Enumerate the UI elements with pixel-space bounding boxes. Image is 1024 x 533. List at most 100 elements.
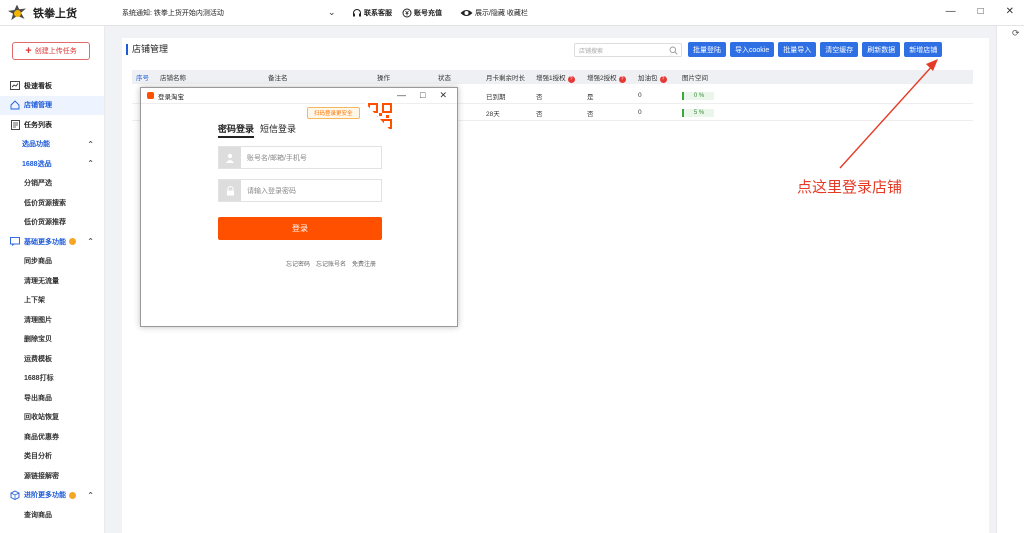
auth1-cell: 否 bbox=[536, 93, 543, 101]
sidebar-item-label: 同步商品 bbox=[24, 258, 52, 266]
sidebar-item-coupons[interactable]: 商品优惠券 bbox=[0, 427, 104, 447]
remaining-cell: 28天 bbox=[486, 110, 500, 118]
help-icon[interactable]: ? bbox=[618, 75, 626, 83]
image-space-bar: 5 % bbox=[682, 108, 714, 117]
column-header: 店铺名称 bbox=[160, 75, 186, 82]
search-icon[interactable] bbox=[669, 46, 678, 55]
sidebar-item-dashboard[interactable]: 极速看板 bbox=[0, 76, 104, 96]
batch-import-button[interactable]: 批量导入 bbox=[778, 42, 817, 57]
shop-search-input[interactable]: 店铺搜索 bbox=[574, 43, 682, 57]
support-link[interactable]: 联系客服 bbox=[352, 8, 392, 18]
forgot-password-link[interactable]: 忘记密码 bbox=[286, 259, 310, 268]
sidebar-item-low-price-recommend[interactable]: 低价货源推荐 bbox=[0, 213, 104, 233]
sidebar-item-shelf[interactable]: 上下架 bbox=[0, 291, 104, 311]
sidebar-item-label: 商品优惠券 bbox=[24, 433, 59, 441]
help-icon[interactable]: ? bbox=[567, 75, 575, 83]
sidebar-item-shipping-template[interactable]: 运费模板 bbox=[0, 349, 104, 369]
user-icon bbox=[219, 147, 241, 168]
app-logo: 铁拳上货 bbox=[0, 2, 112, 24]
sidebar-item-distribution[interactable]: 分销严选 bbox=[0, 174, 104, 194]
sidebar-item-query-products[interactable]: 查询商品 bbox=[0, 505, 104, 525]
info-badge-icon bbox=[69, 491, 76, 499]
password-input[interactable]: 请输入登录密码 bbox=[218, 179, 382, 202]
maximize-icon[interactable]: □ bbox=[978, 6, 984, 17]
column-header: 图片空间 bbox=[682, 75, 708, 82]
tab-sms-login[interactable]: 短信登录 bbox=[260, 122, 296, 138]
sidebar-item-low-price-search[interactable]: 低价货源搜索 bbox=[0, 193, 104, 213]
auth1-cell: 否 bbox=[536, 110, 543, 118]
register-link[interactable]: 免费注册 bbox=[352, 259, 376, 268]
maximize-icon[interactable]: □ bbox=[420, 90, 425, 101]
sidebar-item-label: 店铺管理 bbox=[24, 102, 52, 110]
import-cookie-button[interactable]: 导入cookie bbox=[730, 42, 775, 57]
sidebar-item-link-decrypt[interactable]: 源链接解密 bbox=[0, 466, 104, 486]
taobao-login-dialog: 登录淘宝 — □ ✕ 扫码登录更安全 密码登录 短信登录 账号名/邮箱/手机号 … bbox=[140, 87, 458, 327]
window-controls: — □ ✕ bbox=[946, 6, 1014, 17]
sidebar-group-basic[interactable]: 基础更多功能 ⌃ bbox=[0, 232, 104, 252]
sidebar-item-shop-management[interactable]: 店铺管理 bbox=[0, 95, 104, 115]
sidebar-item-1688-tag[interactable]: 1688打标 bbox=[0, 369, 104, 389]
image-space-bar: 0 % bbox=[682, 91, 714, 100]
chevron-up-icon: ⌃ bbox=[87, 237, 94, 246]
batch-login-button[interactable]: 批量登陆 bbox=[688, 42, 726, 57]
list-icon bbox=[10, 119, 20, 130]
app-title: 铁拳上货 bbox=[33, 7, 77, 20]
sidebar-item-label: 导出商品 bbox=[24, 394, 52, 402]
sidebar-item-label: 1688打标 bbox=[24, 375, 54, 383]
qr-code-icon[interactable] bbox=[365, 103, 393, 133]
sidebar-item-task-list[interactable]: 任务列表 bbox=[0, 115, 104, 135]
sidebar-item-label: 类目分析 bbox=[24, 453, 52, 461]
column-header-label: 加油包 bbox=[638, 74, 658, 82]
login-tabs: 密码登录 短信登录 bbox=[218, 122, 296, 138]
annotation-text: 点这里登录店铺 bbox=[797, 179, 903, 196]
chart-icon bbox=[10, 81, 20, 91]
sidebar-item-sync-products[interactable]: 同步商品 bbox=[0, 252, 104, 272]
sidebar-group-label: 选品功能 bbox=[22, 141, 50, 149]
column-header: 备注名 bbox=[268, 75, 288, 82]
minimize-icon[interactable]: — bbox=[397, 90, 406, 101]
recharge-label: 账号充值 bbox=[414, 9, 442, 17]
login-button[interactable]: 登录 bbox=[218, 217, 382, 240]
clear-cache-button[interactable]: 清空缓存 bbox=[820, 42, 859, 57]
close-icon[interactable]: ✕ bbox=[1006, 6, 1014, 17]
sidebar-item-label: 低价货源推荐 bbox=[24, 219, 66, 227]
sidebar-group-selection[interactable]: 选品功能 ⌃ bbox=[0, 135, 104, 155]
sidebar-item-clean-images[interactable]: 清理图片 bbox=[0, 310, 104, 330]
sidebar-group-label: 基础更多功能 bbox=[24, 238, 66, 246]
forgot-username-link[interactable]: 忘记账号名 bbox=[316, 259, 346, 268]
username-input[interactable]: 账号名/邮箱/手机号 bbox=[218, 146, 382, 169]
sidebar-item-delete-items[interactable]: 删除宝贝 bbox=[0, 330, 104, 350]
lock-icon bbox=[219, 180, 241, 201]
column-header: 月卡剩余时长 bbox=[486, 75, 525, 82]
toolbar: 批量登陆 导入cookie 批量导入 清空缓存 刷新数据 新增店铺 bbox=[688, 42, 943, 57]
sidebar-item-category-analysis[interactable]: 类目分析 bbox=[0, 447, 104, 467]
sidebar-item-label: 任务列表 bbox=[24, 121, 52, 129]
right-rail bbox=[996, 26, 1024, 533]
toggle-favorites-link[interactable]: 展示/隐藏 收藏栏 bbox=[460, 8, 528, 18]
refresh-icon[interactable]: ⟳ bbox=[1012, 28, 1020, 39]
sidebar-item-label: 清理无流量 bbox=[24, 277, 59, 285]
dialog-window-controls: — □ ✕ bbox=[397, 90, 447, 101]
column-header-fuel: 加油包? bbox=[638, 72, 667, 83]
create-upload-task-button[interactable]: + 创建上传任务 bbox=[12, 42, 90, 60]
chevron-up-icon: ⌃ bbox=[87, 159, 94, 168]
sidebar-item-export-products[interactable]: 导出商品 bbox=[0, 388, 104, 408]
logo-mark-icon bbox=[6, 2, 30, 24]
chevron-down-icon[interactable]: ⌄ bbox=[328, 7, 336, 18]
sidebar-group-advanced[interactable]: 进阶更多功能 ⌃ bbox=[0, 486, 104, 506]
minimize-icon[interactable]: — bbox=[946, 6, 956, 17]
eye-icon bbox=[460, 9, 473, 16]
fuel-cell: 0 bbox=[638, 92, 642, 99]
add-shop-button[interactable]: 新增店铺 bbox=[904, 42, 943, 57]
sidebar-item-clean-no-traffic[interactable]: 清理无流量 bbox=[0, 271, 104, 291]
tab-password-login[interactable]: 密码登录 bbox=[218, 122, 255, 138]
column-header: 序号 bbox=[136, 75, 149, 82]
recharge-link[interactable]: 账号充值 bbox=[402, 8, 442, 18]
sidebar-item-recycle-restore[interactable]: 回收站恢复 bbox=[0, 408, 104, 428]
sidebar-group-label: 1688选品 bbox=[22, 160, 52, 168]
close-icon[interactable]: ✕ bbox=[439, 90, 447, 101]
help-icon[interactable]: ? bbox=[659, 75, 667, 83]
headset-icon bbox=[353, 8, 361, 16]
sidebar-group-1688[interactable]: 1688选品 ⌃ bbox=[0, 154, 104, 174]
refresh-data-button[interactable]: 刷新数据 bbox=[862, 42, 901, 57]
